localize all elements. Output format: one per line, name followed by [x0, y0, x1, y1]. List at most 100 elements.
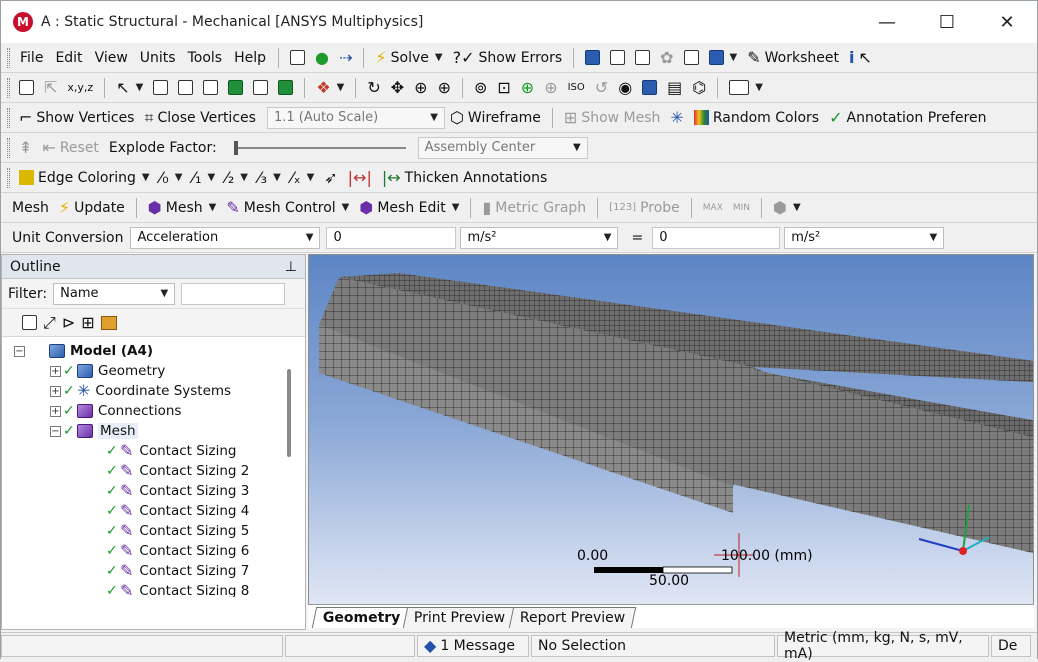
output-unit-select[interactable]: m/s² ▼ — [784, 226, 945, 249]
edge-style-3-button[interactable]: ⁄₃ ▼ — [253, 165, 286, 191]
menu-units[interactable]: Units — [134, 50, 182, 66]
thicken-annotations-button[interactable]: |↔ Thicken Annotations — [377, 165, 552, 191]
show-vertices-button[interactable]: ⌐ Show Vertices — [14, 105, 139, 131]
select-mode-button[interactable]: ↖ ▼ — [111, 75, 148, 101]
menu-view[interactable]: View — [89, 50, 134, 66]
menu-tools[interactable]: Tools — [182, 50, 229, 66]
tab-geometry[interactable]: Geometry — [311, 607, 412, 628]
triad-button[interactable]: ✳ — [665, 105, 688, 131]
filter-select[interactable]: Name ▼ — [53, 282, 176, 305]
tree-item-contact-sizing-2[interactable]: ✓ ✎ Contact Sizing 2 — [106, 461, 249, 481]
maximize-button[interactable]: ☐ — [917, 1, 977, 43]
output-value-field[interactable]: 0 — [652, 226, 781, 249]
select-face-button[interactable] — [198, 75, 223, 101]
select-body-button[interactable] — [223, 75, 248, 101]
comment-button[interactable] — [605, 45, 630, 71]
menu-file[interactable]: File — [14, 50, 49, 66]
outline-scrollbar[interactable] — [287, 369, 291, 457]
pin-icon[interactable]: ⊥ — [285, 259, 297, 275]
show-mesh-button[interactable]: ⊞ Show Mesh — [559, 105, 666, 131]
zoom-fit-button[interactable]: ⊡ — [492, 75, 515, 101]
mesh-edit-button[interactable]: ⬢ Mesh Edit ▼ — [354, 195, 464, 221]
refresh-tree-icon[interactable] — [22, 315, 37, 330]
annotation-preferences-button[interactable]: ✓ Annotation Preferen — [824, 105, 991, 131]
folder-icon[interactable] — [100, 315, 117, 330]
edge-style-0-button[interactable]: ⁄₀ ▼ — [155, 165, 188, 191]
mesh-control-button[interactable]: ✎ Mesh Control ▼ — [221, 195, 354, 221]
input-unit-select[interactable]: m/s² ▼ — [460, 226, 619, 249]
expand-all-icon[interactable]: ⊞ — [81, 313, 94, 332]
tab-report-preview[interactable]: Report Preview — [508, 607, 637, 628]
collapse-icon[interactable]: − — [50, 425, 61, 437]
min-button[interactable]: MIN — [728, 195, 755, 221]
scale-select[interactable]: 1.1 (Auto Scale) ▼ — [266, 106, 445, 129]
probe-button[interactable]: [123] Probe — [604, 195, 685, 221]
reset-button[interactable]: ⇤ Reset — [37, 135, 104, 161]
worksheet-button[interactable]: ✎ Worksheet — [742, 45, 844, 71]
wireframe-button[interactable]: ⬡ Wireframe — [445, 105, 546, 131]
viewport-layout-button[interactable]: ▼ — [704, 45, 743, 71]
explode-button[interactable]: ⇞ — [14, 135, 37, 161]
toolbar-grip[interactable] — [7, 137, 10, 158]
menu-edit[interactable]: Edit — [49, 50, 88, 66]
edge-style-2-button[interactable]: ⁄₂ ▼ — [220, 165, 253, 191]
graphics-viewport[interactable]: 0.00 100.00 (mm) 50.00 — [308, 254, 1034, 626]
quantity-select[interactable]: Acceleration ▼ — [130, 226, 321, 249]
show-errors-button[interactable]: ?✓ Show Errors — [448, 45, 568, 71]
set-view-button[interactable] — [637, 75, 662, 101]
thin-annotations-button[interactable]: |↔| — [343, 165, 377, 191]
messages-button[interactable]: ◆ 1 Message — [417, 635, 529, 657]
units-status[interactable]: Metric (mm, kg, N, s, mV, mA) — [777, 630, 989, 662]
edge-coloring-button[interactable]: Edge Coloring ▼ — [14, 165, 155, 191]
tree-item-contact-sizing-8[interactable]: ✓ ✎ Contact Sizing 8 — [106, 581, 249, 598]
expand-icon[interactable]: + — [50, 385, 61, 397]
tree-item-connections[interactable]: + ✓ Connections — [50, 401, 181, 421]
edge-style-x-button[interactable]: ⁄ₓ ▼ — [286, 165, 319, 191]
check-button[interactable]: ● — [310, 45, 334, 71]
select-point-button[interactable] — [148, 75, 173, 101]
select-element-button[interactable] — [248, 75, 273, 101]
tree-item-contact-sizing-5[interactable]: ✓ ✎ Contact Sizing 5 — [106, 521, 249, 541]
random-colors-button[interactable]: Random Colors — [689, 105, 824, 131]
select-edge-button[interactable] — [173, 75, 198, 101]
slider-thumb[interactable] — [233, 140, 238, 155]
input-value-field[interactable]: 0 — [326, 226, 457, 249]
tree-item-mesh[interactable]: − ✓ Mesh — [50, 421, 138, 441]
explode-factor-slider[interactable] — [233, 139, 406, 157]
assembly-center-select[interactable]: Assembly Center ▼ — [417, 136, 588, 159]
expand-icon[interactable]: + — [50, 365, 61, 377]
update-button[interactable]: ⚡ Update — [54, 195, 130, 221]
zoom-green-button[interactable]: ⊕ — [516, 75, 539, 101]
window-layout-button[interactable]: ▼ — [724, 75, 768, 101]
tree-item-contact-sizing[interactable]: ✓ ✎ Contact Sizing — [106, 441, 237, 461]
max-button[interactable]: MAX — [698, 195, 728, 221]
select-node-button[interactable] — [273, 75, 298, 101]
previous-view-button[interactable]: ↺ — [590, 75, 613, 101]
box-zoom-button[interactable]: ⊚ — [469, 75, 492, 101]
menu-help[interactable]: Help — [228, 50, 272, 66]
tree-item-contact-sizing-6[interactable]: ✓ ✎ Contact Sizing 6 — [106, 541, 249, 561]
clipboard-button[interactable]: ▤ — [662, 75, 687, 101]
tree-item-model[interactable]: − Model (A4) — [14, 341, 153, 361]
toolbar-grip[interactable] — [7, 167, 10, 188]
new-section-button[interactable] — [580, 45, 605, 71]
pin-edges-button[interactable]: ➶ — [319, 165, 342, 191]
filter-search-input[interactable] — [181, 282, 286, 305]
toolbar-grip[interactable] — [7, 77, 10, 98]
tree-item-contact-sizing-7[interactable]: ✓ ✎ Contact Sizing 7 — [106, 561, 249, 581]
tab-print-preview[interactable]: Print Preview — [403, 607, 517, 628]
tag-button[interactable]: ⌬ — [687, 75, 711, 101]
zoom-in-button[interactable]: ⊕ — [433, 75, 456, 101]
tree-collapse-icon[interactable]: ⊳ — [62, 313, 75, 332]
collapse-icon[interactable]: − — [14, 345, 25, 357]
tree-item-geometry[interactable]: + ✓ Geometry — [50, 361, 165, 381]
tree-item-contact-sizing-3[interactable]: ✓ ✎ Contact Sizing 3 — [106, 481, 249, 501]
display-style-button[interactable]: ⬢ ▼ — [768, 195, 806, 221]
toolbar-grip[interactable] — [7, 47, 10, 68]
edge-style-1-button[interactable]: ⁄₁ ▼ — [187, 165, 220, 191]
minimize-button[interactable]: — — [857, 1, 917, 43]
display-options-button[interactable]: ❖ ▼ — [311, 75, 349, 101]
mesh-button[interactable]: ⬢ Mesh ▼ — [143, 195, 222, 221]
zoom-button[interactable]: ⊕ — [409, 75, 432, 101]
tree-item-coordinate-systems[interactable]: + ✓ ✳ Coordinate Systems — [50, 381, 231, 401]
